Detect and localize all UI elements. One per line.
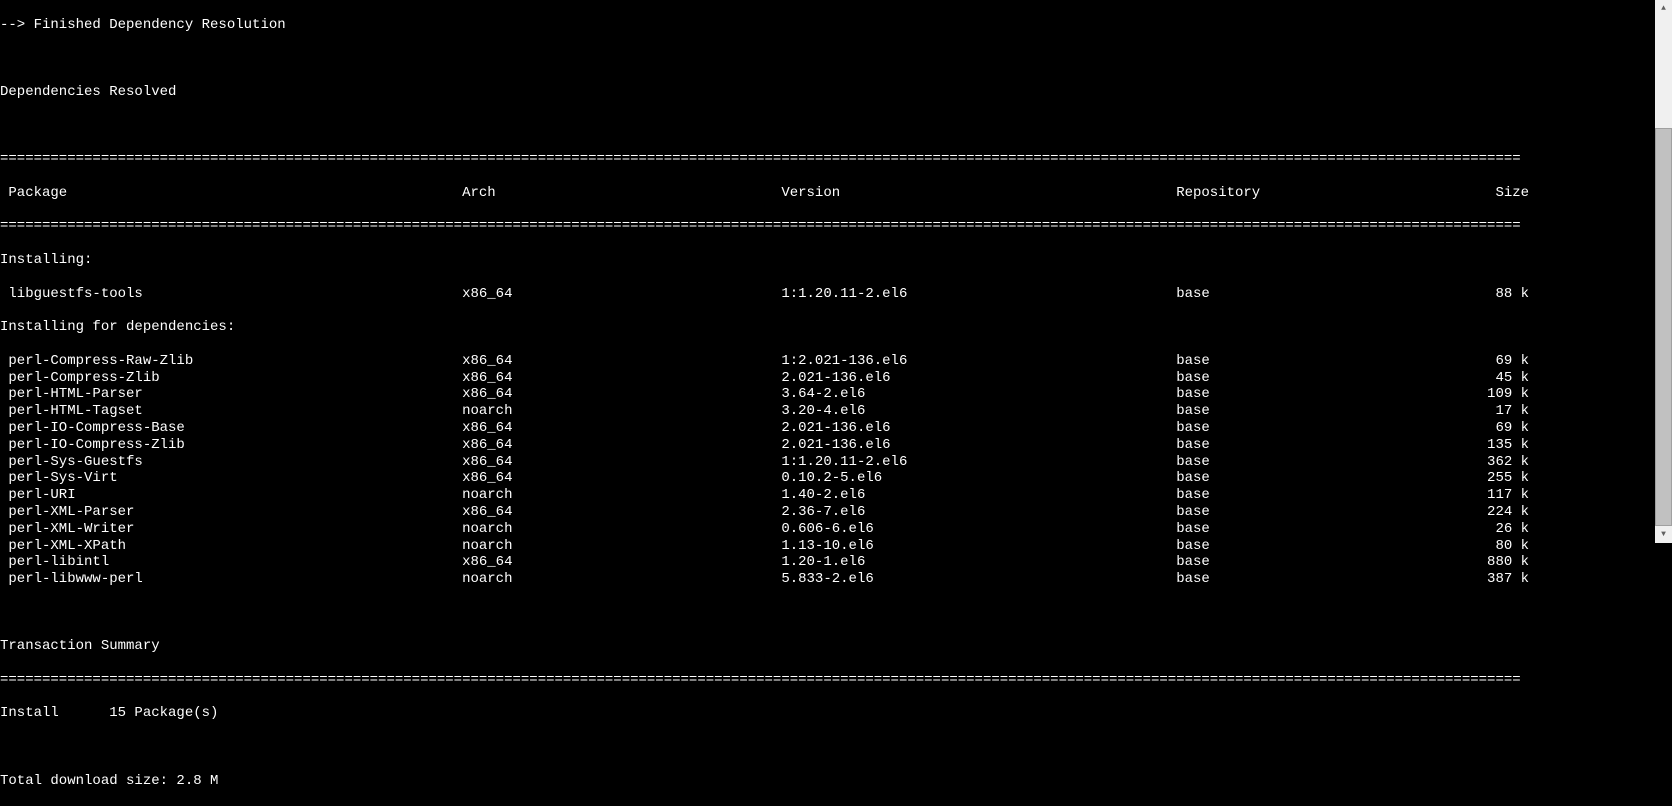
package-row: libguestfs-tools x86_64 1:1.20.11-2.el6 … <box>0 286 1554 303</box>
dependency-row: perl-HTML-Tagset noarch 3.20-4.el6 base … <box>0 403 1554 420</box>
transaction-summary: Transaction Summary <box>0 638 1554 655</box>
section-installing-deps: Installing for dependencies: <box>0 319 1554 336</box>
dependency-row: perl-XML-Parser x86_64 2.36-7.el6 base 2… <box>0 504 1554 521</box>
divider-top: ========================================… <box>0 151 1554 168</box>
scrollbar-thumb[interactable] <box>1655 128 1672 526</box>
scrollbar-down-arrow[interactable]: ▼ <box>1655 526 1672 543</box>
dependency-row: perl-libwww-perl noarch 5.833-2.el6 base… <box>0 571 1554 588</box>
divider-summary: ========================================… <box>0 672 1554 689</box>
dependency-row: perl-libintl x86_64 1.20-1.el6 base 880 … <box>0 554 1554 571</box>
blank-line <box>0 118 1554 135</box>
dependency-row: perl-Sys-Guestfs x86_64 1:1.20.11-2.el6 … <box>0 454 1554 471</box>
blank-line <box>0 50 1554 67</box>
total-download: Total download size: 2.8 M <box>0 773 1554 790</box>
terminal-output: --> Finished Dependency Resolution Depen… <box>0 0 1554 543</box>
blank-line <box>0 605 1554 622</box>
dependency-row: perl-XML-Writer noarch 0.606-6.el6 base … <box>0 521 1554 538</box>
dependency-row: perl-Sys-Virt x86_64 0.10.2-5.el6 base 2… <box>0 470 1554 487</box>
section-installing: Installing: <box>0 252 1554 269</box>
dependency-row: perl-IO-Compress-Base x86_64 2.021-136.e… <box>0 420 1554 437</box>
dependency-row: perl-Compress-Raw-Zlib x86_64 1:2.021-13… <box>0 353 1554 370</box>
dependency-row: perl-IO-Compress-Zlib x86_64 2.021-136.e… <box>0 437 1554 454</box>
install-count: Install 15 Package(s) <box>0 705 1554 722</box>
blank-line <box>0 739 1554 756</box>
scrollbar-up-arrow[interactable]: ▲ <box>1655 0 1672 17</box>
divider-header: ========================================… <box>0 218 1554 235</box>
header-row: Package Arch Version Repository Size <box>0 185 1554 202</box>
message-resolved: Dependencies Resolved <box>0 84 1554 101</box>
dependency-row: perl-XML-XPath noarch 1.13-10.el6 base 8… <box>0 538 1554 555</box>
dependency-row: perl-URI noarch 1.40-2.el6 base 117 k <box>0 487 1554 504</box>
message-finished: --> Finished Dependency Resolution <box>0 17 1554 34</box>
dependency-row: perl-HTML-Parser x86_64 3.64-2.el6 base … <box>0 386 1554 403</box>
scrollbar[interactable]: ▲ ▼ <box>1655 0 1672 543</box>
dependency-row: perl-Compress-Zlib x86_64 2.021-136.el6 … <box>0 370 1554 387</box>
